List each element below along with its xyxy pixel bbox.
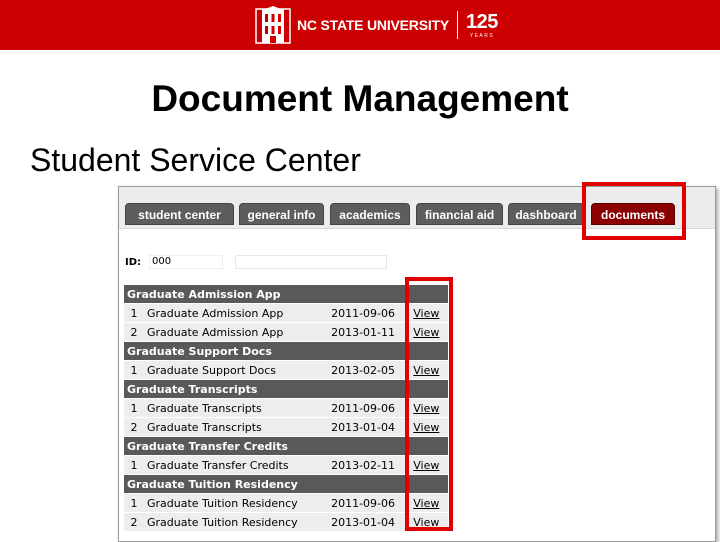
group-title: Graduate Transfer Credits xyxy=(124,436,448,456)
group-header: Graduate Transcripts xyxy=(124,379,448,399)
row-number: 2 xyxy=(124,322,144,342)
document-name: Graduate Transfer Credits xyxy=(144,455,329,475)
row-number: 1 xyxy=(124,398,144,418)
document-date: 2011-09-06 xyxy=(328,493,411,513)
document-date: 2013-01-11 xyxy=(328,322,411,342)
document-name: Graduate Tuition Residency xyxy=(144,493,329,513)
belltower-icon xyxy=(255,6,291,44)
document-name: Graduate Admission App xyxy=(144,322,329,342)
tab-student-center[interactable]: student center xyxy=(125,203,234,225)
document-date: 2013-01-04 xyxy=(328,512,411,532)
row-number: 1 xyxy=(124,360,144,380)
table-row: 1 Graduate Admission App 2011-09-06 View xyxy=(124,303,448,323)
anniversary-number: 125 xyxy=(466,10,498,33)
table-row: 1 Graduate Transcripts 2011-09-06 View xyxy=(124,398,448,418)
tab-financial-aid[interactable]: financial aid xyxy=(416,203,503,225)
document-name: Graduate Support Docs xyxy=(144,360,329,380)
document-name: Graduate Tuition Residency xyxy=(144,512,329,532)
university-logo: NC STATE UNIVERSITY 125 YEARS xyxy=(255,6,498,44)
tab-academics[interactable]: academics xyxy=(330,203,410,225)
documents-tab-highlight xyxy=(582,182,686,240)
table-row: 1 Graduate Tuition Residency 2011-09-06 … xyxy=(124,493,448,513)
id-label: ID: xyxy=(125,256,142,268)
group-header: Graduate Transfer Credits xyxy=(124,436,448,456)
group-header: Graduate Admission App xyxy=(124,285,448,304)
table-row: 2 Graduate Transcripts 2013-01-04 View xyxy=(124,417,448,437)
tab-dashboard[interactable]: dashboard xyxy=(508,203,584,225)
table-row: 2 Graduate Tuition Residency 2013-01-04 … xyxy=(124,512,448,532)
group-title: Graduate Transcripts xyxy=(124,379,448,399)
header-bar: NC STATE UNIVERSITY 125 YEARS xyxy=(0,0,720,50)
document-date: 2011-09-06 xyxy=(328,398,411,418)
table-row: 1 Graduate Support Docs 2013-02-05 View xyxy=(124,360,448,380)
group-title: Graduate Admission App xyxy=(124,285,448,304)
table-row: 2 Graduate Admission App 2013-01-11 View xyxy=(124,322,448,342)
document-date: 2013-01-04 xyxy=(328,417,411,437)
documents-table: Graduate Admission App 1 Graduate Admiss… xyxy=(124,285,448,532)
group-header: Graduate Support Docs xyxy=(124,341,448,361)
anniversary-mark: 125 YEARS xyxy=(466,12,498,39)
document-name: Graduate Admission App xyxy=(144,303,329,323)
slide-title: Document Management xyxy=(151,78,569,119)
row-number: 1 xyxy=(124,493,144,513)
document-date: 2013-02-05 xyxy=(328,360,411,380)
document-name: Graduate Transcripts xyxy=(144,398,329,418)
tab-general-info[interactable]: general info xyxy=(239,203,324,225)
document-date: 2013-02-11 xyxy=(328,455,411,475)
id-value: 000 xyxy=(149,255,224,269)
group-header: Graduate Tuition Residency xyxy=(124,474,448,494)
document-name: Graduate Transcripts xyxy=(144,417,329,437)
view-column-highlight xyxy=(405,277,453,531)
slide-subtitle: Student Service Center xyxy=(30,142,361,178)
table-row: 1 Graduate Transfer Credits 2013-02-11 V… xyxy=(124,455,448,475)
row-number: 1 xyxy=(124,455,144,475)
group-title: Graduate Support Docs xyxy=(124,341,448,361)
logo-divider xyxy=(457,11,459,39)
row-number: 1 xyxy=(124,303,144,323)
row-number: 2 xyxy=(124,512,144,532)
anniversary-word: YEARS xyxy=(469,32,495,39)
university-name: NC STATE UNIVERSITY xyxy=(297,17,450,33)
id-row: ID: 000 xyxy=(125,255,388,269)
document-date: 2011-09-06 xyxy=(328,303,411,323)
group-title: Graduate Tuition Residency xyxy=(124,474,448,494)
name-field-blank xyxy=(235,255,388,269)
row-number: 2 xyxy=(124,417,144,437)
